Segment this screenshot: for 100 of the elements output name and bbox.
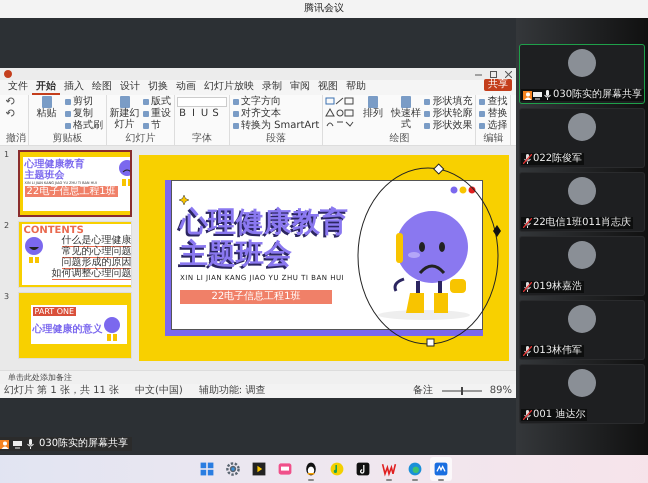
edge-icon: [407, 461, 423, 477]
ribbon-tab[interactable]: 文件: [4, 81, 32, 95]
square-icon: [65, 110, 71, 118]
ribbon-tab[interactable]: 插入: [60, 81, 88, 95]
ribbon-button[interactable]: 选择: [478, 120, 508, 132]
ribbon-button[interactable]: 形状效果: [423, 120, 474, 132]
participant-tile[interactable]: 022陈俊军: [519, 108, 645, 168]
format-button[interactable]: B: [177, 108, 188, 120]
group-label: 撤消: [6, 133, 26, 144]
ribbon-tab[interactable]: 幻灯片放映: [200, 81, 258, 95]
ribbon-tab[interactable]: 视图: [314, 81, 342, 95]
contents-entry: 常见的心理问题: [62, 247, 131, 258]
ribbon-button[interactable]: 重设: [142, 108, 172, 120]
ribbon-button[interactable]: 节: [142, 120, 172, 132]
format-button[interactable]: I: [188, 108, 199, 120]
sad-ball-character-drawing: [118, 159, 130, 187]
square-icon: [143, 98, 149, 106]
contents-entry: 如何调整心理问题: [52, 269, 131, 280]
ribbon-tab[interactable]: 帮助: [342, 81, 370, 95]
ribbon-button[interactable]: 形状轮廓: [423, 108, 474, 120]
square-icon: [65, 122, 71, 130]
ribbon-tab[interactable]: 审阅: [286, 81, 314, 95]
slide-title: 主题班会: [180, 238, 293, 270]
notes-button[interactable]: 备注: [412, 385, 434, 397]
ribbon-button[interactable]: 粘贴: [31, 96, 62, 132]
settings-icon: [225, 461, 241, 477]
ribbon-button[interactable]: 新建幻灯片: [109, 96, 140, 132]
start-icon: [199, 461, 215, 477]
slide-title: 主题班会: [24, 170, 66, 181]
ribbon-button[interactable]: 替换: [478, 108, 508, 120]
group-label: 剪贴板: [52, 133, 84, 144]
ribbon-tab[interactable]: 录制: [258, 81, 286, 95]
participant-tile[interactable]: 030陈实的屏幕共享: [519, 44, 645, 104]
part-tag: PART ONE: [32, 307, 76, 316]
zoom-slider-thumb[interactable]: [460, 387, 463, 395]
ribbon-button[interactable]: 转换为 SmartArt: [232, 120, 320, 132]
share-button[interactable]: 共享: [484, 79, 512, 91]
ribbon-button[interactable]: 排列: [357, 96, 388, 132]
contents-heading: CONTENTS: [24, 225, 84, 236]
ribbon-button[interactable]: 形状填充: [423, 96, 474, 108]
format-button[interactable]: U: [199, 108, 210, 120]
square-icon: [65, 98, 71, 106]
format-button[interactable]: S: [210, 108, 221, 120]
maximize-icon[interactable]: [490, 70, 497, 78]
ribbon-button[interactable]: 复制: [64, 108, 104, 120]
square-icon: [143, 110, 149, 118]
group-label: 绘图: [388, 133, 410, 144]
ribbon-button[interactable]: 版式: [142, 96, 172, 108]
section-heading: 心理健康的意义: [32, 324, 103, 334]
square-icon: [479, 98, 486, 106]
screen-icon: [13, 440, 22, 448]
class-name-band: 22电子信息工程1班: [24, 186, 118, 197]
slide-thumbnail[interactable]: PART ONE 心理健康的意义: [18, 292, 132, 359]
square-icon: [424, 110, 430, 118]
square-icon: [424, 122, 430, 130]
avatar-circle: [568, 113, 596, 141]
class-name-band: 22电子信息工程1班: [180, 290, 332, 304]
slide-title: 心理健康教育: [24, 159, 86, 170]
play-icon: [251, 461, 267, 477]
ribbon-button[interactable]: 格式刷: [64, 120, 104, 132]
slide-thumbnail[interactable]: CONTENTS 什么是心理健康 常见的心理问题 问题形成的原因 如何调整心理问题: [18, 221, 132, 288]
participant-tile[interactable]: 22电信1班011肖志庆: [519, 172, 645, 232]
ribbon-tab[interactable]: 动画: [172, 81, 200, 95]
participant-name: 013林伟军: [533, 345, 582, 357]
participant-name: 019林嘉浩: [533, 281, 582, 293]
window-title: 腾讯会议: [304, 3, 344, 15]
curved-arrow-icon[interactable]: [6, 96, 16, 106]
accessibility-text[interactable]: 辅助功能: 调查: [198, 385, 266, 397]
curved-arrow-icon[interactable]: [6, 108, 16, 118]
participant-name: 22电信1班011肖志庆: [533, 217, 632, 229]
ribbon-tab[interactable]: 绘图: [88, 81, 116, 95]
slide-position-text: 幻灯片 第 1 张，共 11 张: [4, 385, 119, 397]
zoom-text: 89%: [490, 385, 512, 397]
participant-tile[interactable]: 013林伟军: [519, 300, 645, 360]
font-name-field[interactable]: [177, 97, 227, 107]
avatar-circle: [568, 49, 596, 77]
sparkle-icon: [179, 195, 189, 205]
penguin-icon: [303, 461, 319, 477]
ribbon-tab[interactable]: 切换: [144, 81, 172, 95]
note-icon: [355, 461, 371, 477]
ribbon-button[interactable]: 查找: [478, 96, 508, 108]
close-icon[interactable]: [505, 70, 512, 78]
ribbon-button[interactable]: 剪切: [64, 96, 104, 108]
ribbon-tab[interactable]: 设计: [116, 81, 144, 95]
language-text: 中文(中国): [134, 385, 183, 397]
group-label: 编辑: [482, 133, 504, 144]
w-logo-icon: [381, 461, 397, 477]
ball-character-drawing: [102, 316, 121, 342]
sharer-name: 030陈实的屏幕共享: [39, 437, 128, 451]
ribbon-button[interactable]: 快速样式: [390, 96, 422, 132]
ribbon-button[interactable]: 文字方向: [232, 96, 320, 108]
participant-tile[interactable]: 001 迪达尔: [519, 364, 645, 424]
meeting-icon: [433, 461, 449, 477]
square-icon: [233, 110, 239, 118]
notes-placeholder[interactable]: 单击此处添加备注: [8, 372, 72, 382]
participant-tile[interactable]: 019林嘉浩: [519, 236, 645, 296]
participant-name: 022陈俊军: [533, 153, 582, 165]
ribbon-button[interactable]: 对齐文本: [232, 108, 320, 120]
slide-number: 2: [4, 221, 10, 232]
square-icon: [424, 98, 430, 106]
